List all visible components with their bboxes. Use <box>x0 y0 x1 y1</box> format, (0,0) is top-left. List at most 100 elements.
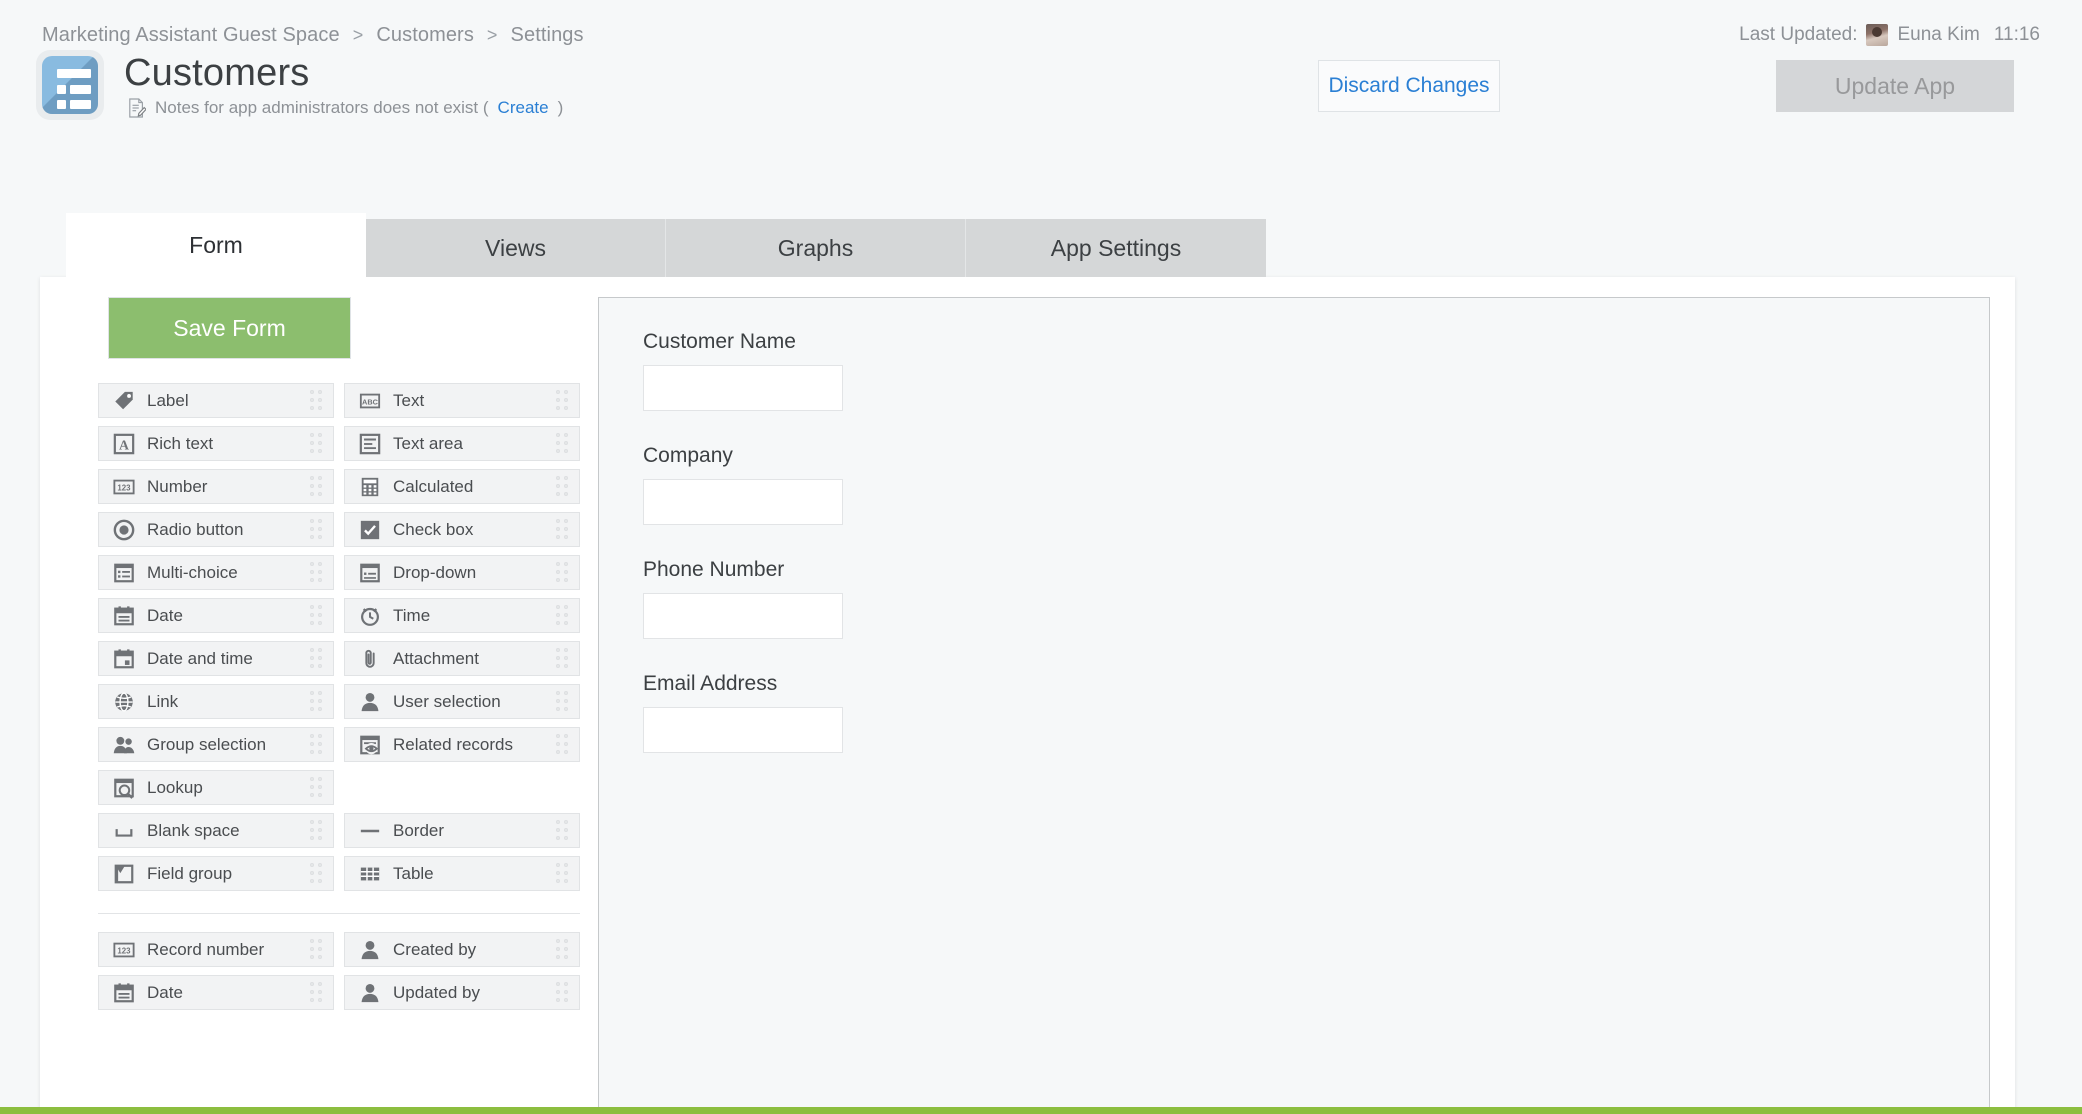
breadcrumb-item-space[interactable]: Marketing Assistant Guest Space <box>42 24 340 47</box>
number-icon: 123 <box>113 476 135 498</box>
palette-item-date-and-time[interactable]: Date and time <box>98 641 334 676</box>
bottom-accent-bar <box>0 1107 2082 1114</box>
discard-changes-button[interactable]: Discard Changes <box>1318 60 1500 112</box>
palette-item-label: Blank space <box>147 821 240 841</box>
drag-handle-icon[interactable] <box>556 691 570 713</box>
palette-item-label[interactable]: Label <box>98 383 334 418</box>
palette-item-user-selection[interactable]: User selection <box>344 684 580 719</box>
tab-views[interactable]: Views <box>366 219 666 277</box>
palette-item-related-records[interactable]: Related records <box>344 727 580 762</box>
palette-item-text[interactable]: ABCText <box>344 383 580 418</box>
palette-item-date[interactable]: Date <box>98 598 334 633</box>
drag-handle-icon[interactable] <box>556 476 570 498</box>
form-field-input[interactable] <box>643 365 843 411</box>
form-field-company[interactable]: Company <box>643 444 1989 525</box>
form-builder-panel: Save Form Label ABCText ARich text Text are… <box>40 277 2015 1114</box>
drag-handle-icon[interactable] <box>556 820 570 842</box>
drag-handle-icon[interactable] <box>556 519 570 541</box>
save-form-button[interactable]: Save Form <box>108 297 351 359</box>
palette-item-label: Field group <box>147 864 232 884</box>
palette-item-lookup[interactable]: Lookup <box>98 770 334 805</box>
palette-item-field-group[interactable]: Field group <box>98 856 334 891</box>
drag-handle-icon[interactable] <box>556 648 570 670</box>
related-records-icon <box>359 734 381 756</box>
palette-item-label: Updated by <box>393 983 480 1003</box>
breadcrumb-item-customers[interactable]: Customers <box>376 24 474 47</box>
palette-item-label: Related records <box>393 735 513 755</box>
palette-item-label: Calculated <box>393 477 473 497</box>
drag-handle-icon[interactable] <box>556 939 570 961</box>
form-field-input[interactable] <box>643 707 843 753</box>
palette-item-multi-choice[interactable]: Multi-choice <box>98 555 334 590</box>
users-icon <box>113 734 135 756</box>
palette-item-blank-space[interactable]: Blank space <box>98 813 334 848</box>
form-field-email-address[interactable]: Email Address <box>643 672 1989 753</box>
form-field-input[interactable] <box>643 593 843 639</box>
palette-item-border[interactable]: Border <box>344 813 580 848</box>
tag-icon <box>113 390 135 412</box>
create-notes-link[interactable]: Create <box>498 98 549 118</box>
form-field-customer-name[interactable]: Customer Name <box>643 330 1989 411</box>
user-icon <box>359 691 381 713</box>
palette-item-link[interactable]: Link <box>98 684 334 719</box>
drag-handle-icon[interactable] <box>556 605 570 627</box>
palette-item-rich-text[interactable]: ARich text <box>98 426 334 461</box>
palette-item-created-by[interactable]: Created by <box>344 932 580 967</box>
drag-handle-icon[interactable] <box>556 562 570 584</box>
drag-handle-icon[interactable] <box>556 982 570 1004</box>
drag-handle-icon[interactable] <box>310 390 324 412</box>
last-updated-info: Last Updated: Euna Kim 11:16 <box>1739 24 2040 46</box>
drag-handle-icon[interactable] <box>310 605 324 627</box>
last-updated-label: Last Updated: <box>1739 24 1857 46</box>
settings-tabs: Form Views Graphs App Settings <box>66 213 1266 277</box>
drag-handle-icon[interactable] <box>310 562 324 584</box>
palette-item-check-box[interactable]: Check box <box>344 512 580 547</box>
drag-handle-icon[interactable] <box>310 433 324 455</box>
palette-item-record-number[interactable]: 123Record number <box>98 932 334 967</box>
palette-item-number[interactable]: 123Number <box>98 469 334 504</box>
form-canvas[interactable]: Customer Name Company Phone Number Email Ad… <box>598 297 1990 1114</box>
drag-handle-icon[interactable] <box>310 982 324 1004</box>
drag-handle-icon[interactable] <box>310 820 324 842</box>
blank-space-icon <box>113 820 135 842</box>
drag-handle-icon[interactable] <box>310 648 324 670</box>
drag-handle-icon[interactable] <box>556 390 570 412</box>
calendar-icon <box>113 605 135 627</box>
form-field-phone-number[interactable]: Phone Number <box>643 558 1989 639</box>
app-list-icon <box>36 50 104 120</box>
drag-handle-icon[interactable] <box>310 863 324 885</box>
drag-handle-icon[interactable] <box>310 777 324 799</box>
palette-item-drop-down[interactable]: Drop-down <box>344 555 580 590</box>
table-icon <box>359 863 381 885</box>
palette-item-group-selection[interactable]: Group selection <box>98 727 334 762</box>
multi-choice-icon <box>113 562 135 584</box>
drag-handle-icon[interactable] <box>310 734 324 756</box>
palette-item-text-area[interactable]: Text area <box>344 426 580 461</box>
last-updated-time: 11:16 <box>1994 24 2040 46</box>
drag-handle-icon[interactable] <box>310 939 324 961</box>
palette-item-label: Group selection <box>147 735 266 755</box>
drag-handle-icon[interactable] <box>556 863 570 885</box>
palette-item-calculated[interactable]: Calculated <box>344 469 580 504</box>
drag-handle-icon[interactable] <box>310 519 324 541</box>
palette-item-time[interactable]: Time <box>344 598 580 633</box>
drag-handle-icon[interactable] <box>556 433 570 455</box>
breadcrumb-item-settings[interactable]: Settings <box>511 24 584 47</box>
admin-notes-row: Notes for app administrators does not ex… <box>128 98 563 118</box>
form-field-input[interactable] <box>643 479 843 525</box>
avatar <box>1866 24 1888 46</box>
palette-item-label: Date <box>147 606 183 626</box>
palette-divider <box>98 913 580 914</box>
palette-item-updated-by[interactable]: Updated by <box>344 975 580 1010</box>
drag-handle-icon[interactable] <box>310 476 324 498</box>
palette-item-attachment[interactable]: Attachment <box>344 641 580 676</box>
drag-handle-icon[interactable] <box>310 691 324 713</box>
tab-form[interactable]: Form <box>66 213 366 277</box>
tab-app-settings[interactable]: App Settings <box>966 219 1266 277</box>
palette-item-table[interactable]: Table <box>344 856 580 891</box>
drag-handle-icon[interactable] <box>556 734 570 756</box>
palette-item-radio-button[interactable]: Radio button <box>98 512 334 547</box>
palette-item-date[interactable]: Date <box>98 975 334 1010</box>
palette-item-label: Table <box>393 864 434 884</box>
tab-graphs[interactable]: Graphs <box>666 219 966 277</box>
